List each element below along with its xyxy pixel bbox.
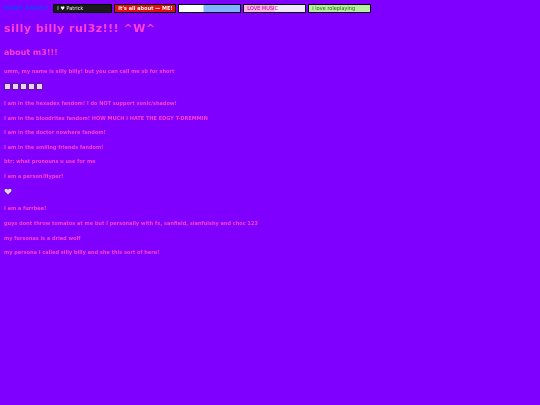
about-line-furrbee: I am a furrbee! — [4, 206, 47, 212]
blinkie-bar: HOME PAGE!! I ♥ Patrick it's all about —… — [3, 3, 372, 13]
heart-icon — [4, 188, 12, 195]
about-line-smiling-friends: I am in the smiling friends fandom! — [4, 145, 104, 151]
about-line-bloodrites: I am in the bloodrites fandom! HOW MUCH … — [4, 116, 208, 122]
home-page-link[interactable]: HOME PAGE!! — [3, 4, 48, 13]
about-line-doctor-nowhere: I am in the doctor nowhere fandom! — [4, 130, 106, 136]
about-line-ships: guys dont throw tomatos at me but I pers… — [4, 221, 258, 227]
sticker-icon — [28, 83, 35, 90]
blinkie-patrick: I ♥ Patrick — [53, 3, 113, 13]
sticker-icon — [12, 83, 19, 90]
intro-text: umm, my name is silly billy! but you can… — [4, 69, 175, 75]
blinkie-about-me: it's all about — ME! — [114, 3, 177, 13]
emoji-icon-row — [4, 83, 43, 90]
about-line-pronouns: btr: what pronouns u use for me — [4, 159, 96, 165]
sticker-icon — [20, 83, 27, 90]
about-line-persona: my persona I called silly billy and she … — [4, 250, 160, 256]
about-line-fursona: my fursonas is a dried wolf — [4, 236, 81, 242]
sticker-icon — [4, 83, 11, 90]
about-line-person: I am a person/Hyper! — [4, 174, 64, 180]
about-heading: about m3!!! — [4, 48, 58, 57]
blinkie-cloud — [178, 3, 242, 13]
about-line-hexadex: I am in the hexadex fandom! I do NOT sup… — [4, 101, 177, 107]
blinkie-roleplaying: i love roleplaying — [308, 3, 372, 13]
blinkie-love-music: LOVE MUSIC — [243, 3, 307, 13]
page-title: silly billy rul3z!!! ^W^ — [4, 22, 156, 35]
sticker-icon — [36, 83, 43, 90]
